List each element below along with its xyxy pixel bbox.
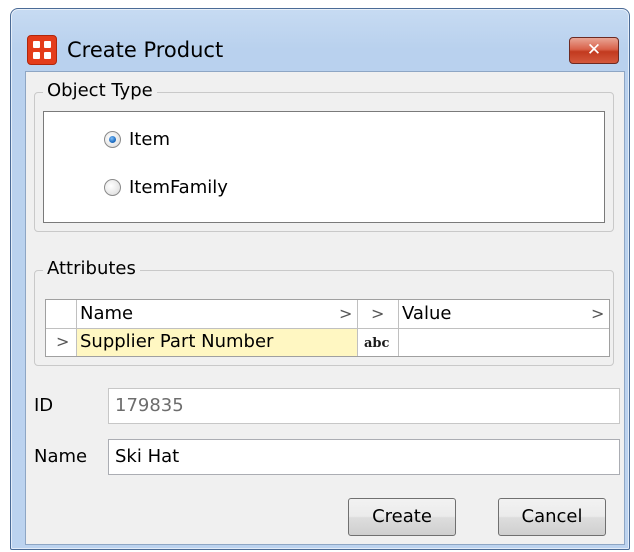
radio-button-itemfamily[interactable] bbox=[104, 178, 121, 196]
text-type-icon: abc bbox=[364, 336, 390, 351]
radio-button-item[interactable] bbox=[104, 130, 121, 148]
app-grid-icon bbox=[27, 35, 57, 65]
radio-itemfamily[interactable]: ItemFamily bbox=[104, 174, 228, 200]
cancel-button[interactable]: Cancel bbox=[498, 498, 606, 536]
close-button[interactable]: ✕ bbox=[569, 37, 619, 64]
name-label: Name bbox=[34, 446, 88, 467]
title-bar[interactable]: Create Product ✕ bbox=[11, 9, 629, 69]
id-label: ID bbox=[34, 395, 54, 416]
dialog-body: Object Type Item ItemFamily Attributes N… bbox=[25, 71, 625, 545]
column-header-value[interactable]: Value bbox=[402, 300, 582, 328]
radio-item-label: Item bbox=[129, 128, 170, 150]
object-type-panel: Item ItemFamily bbox=[43, 111, 605, 223]
chevron-right-icon[interactable]: > bbox=[591, 300, 604, 328]
attributes-table: Name > > Value > > Supplier Part Number … bbox=[45, 299, 610, 357]
attributes-group: Attributes Name > > Value > > Supplier P… bbox=[34, 257, 614, 366]
column-header-name[interactable]: Name bbox=[80, 300, 340, 328]
attributes-legend: Attributes bbox=[43, 257, 140, 281]
attribute-name-cell[interactable]: Supplier Part Number bbox=[80, 328, 355, 356]
name-field[interactable]: Ski Hat bbox=[108, 439, 620, 475]
object-type-legend: Object Type bbox=[43, 79, 157, 103]
radio-itemfamily-label: ItemFamily bbox=[129, 176, 228, 198]
dialog-window: Create Product ✕ Object Type Item ItemFa… bbox=[10, 8, 630, 550]
column-divider bbox=[398, 300, 399, 356]
close-icon: ✕ bbox=[586, 40, 602, 60]
object-type-group: Object Type Item ItemFamily bbox=[34, 79, 614, 232]
chevron-right-icon[interactable]: > bbox=[371, 300, 384, 328]
chevron-right-icon[interactable]: > bbox=[56, 328, 69, 356]
create-button[interactable]: Create bbox=[348, 498, 456, 536]
window-title: Create Product bbox=[67, 38, 224, 62]
id-field: 179835 bbox=[108, 388, 620, 424]
chevron-right-icon[interactable]: > bbox=[339, 300, 352, 328]
radio-item[interactable]: Item bbox=[104, 126, 170, 152]
column-divider bbox=[357, 300, 358, 356]
